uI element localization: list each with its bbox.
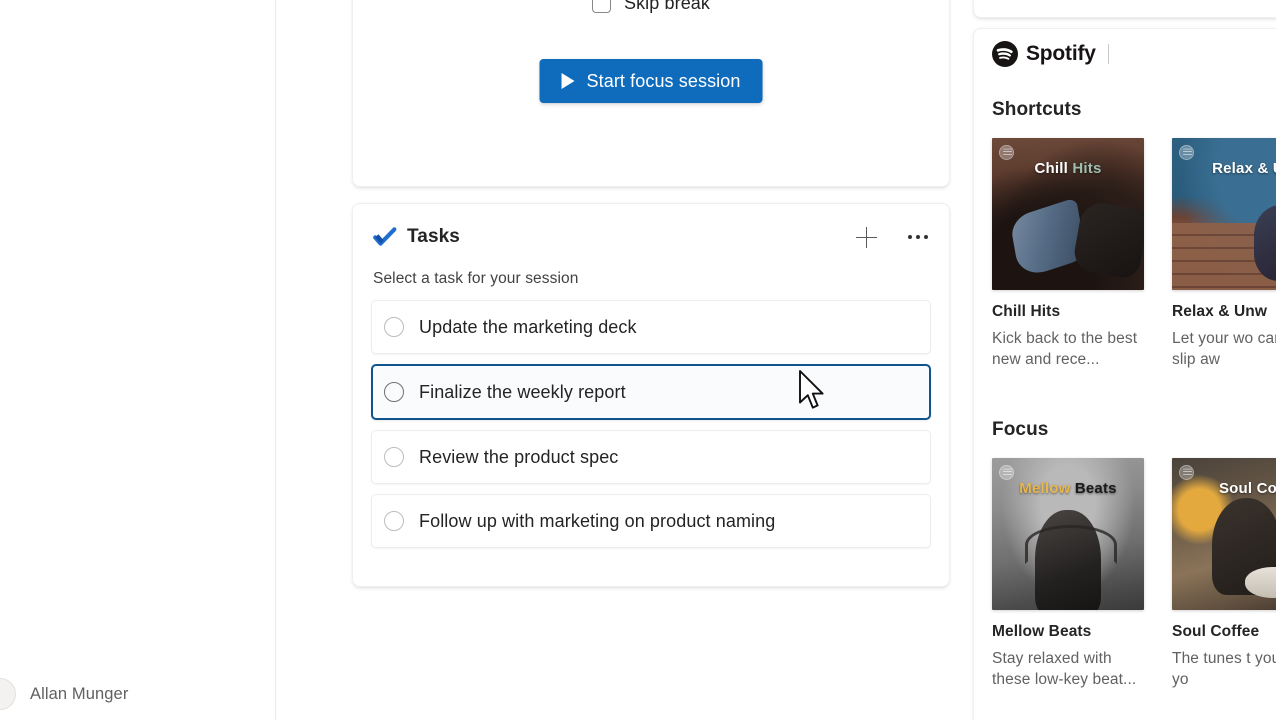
tasks-card-actions [851, 222, 933, 252]
skip-break-row[interactable]: Skip break [353, 0, 949, 14]
task-label: Review the product spec [419, 447, 618, 468]
plus-icon [856, 227, 877, 248]
artwork-title-part-1: Soul Co [1219, 480, 1276, 497]
app-root: Allan Munger Skip break Start focus sess… [0, 0, 1276, 720]
artwork-title: Relax & U [1172, 160, 1276, 177]
playlist-tile[interactable]: Soul Co Soul Coffee The tunes t you into… [1172, 458, 1276, 690]
task-radio-icon[interactable] [384, 511, 404, 531]
task-radio-icon[interactable] [384, 382, 404, 402]
tasks-card-header: Tasks [373, 220, 933, 254]
playlist-artwork[interactable]: Chill Hits [992, 138, 1144, 290]
playlist-description: Kick back to the best new and rece... [992, 328, 1144, 370]
section-title-focus: Focus [992, 419, 1048, 441]
playlist-name: Relax & Unw [1172, 303, 1276, 321]
start-focus-session-label: Start focus session [587, 71, 741, 92]
spotify-badge-icon [999, 465, 1014, 480]
current-user-entry[interactable]: Allan Munger [0, 676, 128, 712]
spotify-app-card: Spotify Shortcuts Chill Hits Chill Hits … [973, 28, 1276, 720]
spotify-brand-name: Spotify [1026, 42, 1096, 66]
start-focus-session-button[interactable]: Start focus session [540, 59, 763, 103]
task-label: Update the marketing deck [419, 317, 637, 338]
spotify-header: Spotify [992, 41, 1109, 67]
playlist-description: Let your wo cares slip aw [1172, 328, 1276, 370]
spotify-badge-icon [999, 145, 1014, 160]
playlist-description: The tunes t you into yo [1172, 648, 1276, 690]
playlist-artwork[interactable]: Relax & U [1172, 138, 1276, 290]
task-row[interactable]: Update the marketing deck [371, 300, 931, 354]
task-radio-icon[interactable] [384, 447, 404, 467]
tasks-card: Tasks Select a task for your session [352, 203, 950, 587]
todo-check-icon [373, 227, 397, 247]
playlist-description: Stay relaxed with these low-key beat... [992, 648, 1144, 690]
more-horizontal-icon [908, 235, 928, 239]
shortcuts-tile-row: Chill Hits Chill Hits Kick back to the b… [992, 138, 1276, 370]
spotify-logo-icon [992, 41, 1018, 67]
right-side-panel: Spotify Shortcuts Chill Hits Chill Hits … [970, 0, 1276, 720]
playlist-tile[interactable]: Relax & U Relax & Unw Let your wo cares … [1172, 138, 1276, 370]
left-navigation-rail: Allan Munger [0, 0, 276, 720]
playlist-name: Soul Coffee [1172, 623, 1276, 641]
artwork-title: Chill Hits [992, 160, 1144, 177]
artwork-title-part-2: Hits [1072, 160, 1101, 177]
task-label: Follow up with marketing on product nami… [419, 511, 775, 532]
section-title-shortcuts: Shortcuts [992, 99, 1082, 121]
text-caret [1108, 44, 1109, 64]
focus-session-card: Skip break Start focus session [352, 0, 950, 187]
task-list: Update the marketing deck Finalize the w… [371, 300, 931, 558]
playlist-tile[interactable]: Chill Hits Chill Hits Kick back to the b… [992, 138, 1144, 370]
current-user-name: Allan Munger [30, 685, 128, 704]
artwork-title-part-1: Relax & U [1212, 160, 1276, 177]
partial-card-above-spotify [973, 0, 1276, 18]
focus-tile-row: Mellow Beats Mellow Beats Stay relaxed w… [992, 458, 1276, 690]
playlist-name: Chill Hits [992, 303, 1144, 321]
playlist-name: Mellow Beats [992, 623, 1144, 641]
skip-break-label: Skip break [624, 0, 710, 14]
task-radio-icon[interactable] [384, 317, 404, 337]
artwork-title-part-2: Beats [1075, 480, 1117, 497]
spotify-badge-icon [1179, 465, 1194, 480]
main-content-column: Skip break Start focus session Tasks [276, 0, 970, 720]
task-label: Finalize the weekly report [419, 382, 626, 403]
checkbox-unchecked-icon[interactable] [592, 0, 611, 13]
play-icon [562, 73, 575, 89]
tasks-card-title: Tasks [407, 226, 460, 248]
tasks-more-options-button[interactable] [903, 222, 933, 252]
artwork-title-part-1: Mellow [1019, 480, 1070, 497]
playlist-artwork[interactable]: Soul Co [1172, 458, 1276, 610]
add-task-button[interactable] [851, 222, 881, 252]
tasks-subtitle: Select a task for your session [373, 270, 578, 288]
playlist-tile[interactable]: Mellow Beats Mellow Beats Stay relaxed w… [992, 458, 1144, 690]
spotify-badge-icon [1179, 145, 1194, 160]
task-row[interactable]: Finalize the weekly report [371, 364, 931, 420]
task-row[interactable]: Follow up with marketing on product nami… [371, 494, 931, 548]
artwork-title: Mellow Beats [992, 480, 1144, 497]
artwork-title: Soul Co [1172, 480, 1276, 497]
artwork-title-part-1: Chill [1034, 160, 1068, 177]
playlist-artwork[interactable]: Mellow Beats [992, 458, 1144, 610]
avatar [0, 678, 16, 710]
task-row[interactable]: Review the product spec [371, 430, 931, 484]
